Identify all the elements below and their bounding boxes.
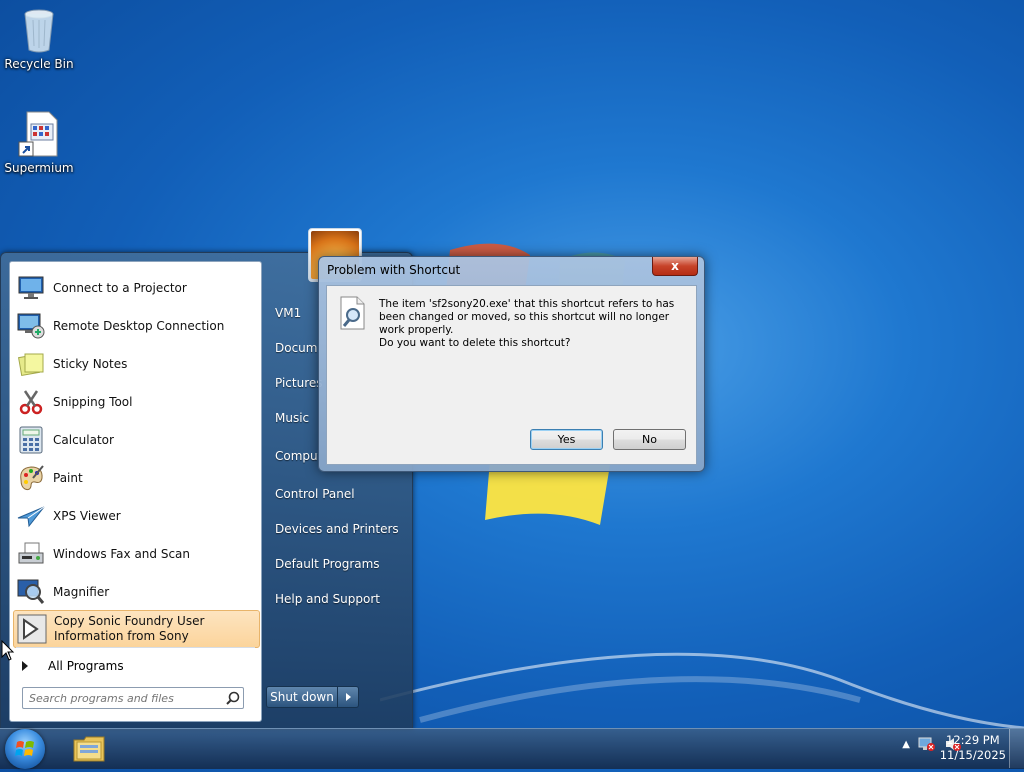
file-search-icon — [340, 296, 365, 330]
program-label: Remote Desktop Connection — [53, 319, 225, 333]
program-label: XPS Viewer — [53, 509, 121, 523]
program-remote-desktop[interactable]: Remote Desktop Connection — [13, 308, 258, 344]
program-label: Sticky Notes — [53, 357, 128, 371]
wallpaper-swoosh — [380, 652, 1024, 728]
windows-logo-icon — [15, 741, 34, 756]
place-music[interactable]: Music — [267, 403, 319, 433]
dialog-question: Do you want to delete this shortcut? — [379, 337, 571, 349]
program-label: Magnifier — [53, 585, 110, 599]
all-programs-label: All Programs — [48, 659, 124, 673]
desktop-icon-label: Recycle Bin — [4, 57, 74, 71]
projector-icon — [15, 272, 47, 304]
start-button[interactable] — [5, 729, 45, 769]
taskbar-clock[interactable]: 12:29 PM 11/15/2025 — [940, 733, 1006, 763]
mouse-cursor-icon — [1, 640, 15, 661]
clock-time: 12:29 PM — [946, 733, 1000, 747]
windows-explorer-taskbar-icon[interactable] — [70, 732, 108, 766]
start-menu-programs-pane: Connect to a Projector Remote Desktop Co… — [9, 261, 262, 722]
no-button[interactable]: No — [613, 429, 686, 450]
search-icon[interactable] — [223, 689, 243, 707]
program-label: Copy Sonic Foundry User Information from… — [54, 614, 205, 643]
dialog-body: The item 'sf2sony20.exe' that this short… — [326, 285, 697, 465]
program-sticky-notes[interactable]: Sticky Notes — [13, 346, 258, 382]
shutdown-control: Shut down — [266, 686, 359, 708]
program-snipping-tool[interactable]: Snipping Tool — [13, 384, 258, 420]
show-hidden-icons-icon[interactable]: ▲ — [902, 739, 910, 750]
program-calculator[interactable]: Calculator — [13, 422, 258, 458]
place-computer[interactable]: Comput — [267, 441, 319, 471]
yes-button[interactable]: Yes — [530, 429, 603, 450]
start-search-box[interactable] — [22, 687, 244, 709]
search-input[interactable] — [23, 690, 223, 706]
show-desktop-button[interactable] — [1009, 729, 1024, 768]
program-paint[interactable]: Paint — [13, 460, 258, 496]
dialog-title: Problem with Shortcut — [327, 263, 461, 277]
problem-with-shortcut-dialog: Problem with Shortcut x The item 'sf2son… — [318, 256, 705, 472]
xps-viewer-icon — [15, 500, 47, 532]
arrow-right-icon — [22, 661, 28, 671]
taskbar — [0, 728, 1024, 769]
place-pictures[interactable]: Pictures — [267, 368, 323, 398]
program-label: Connect to a Projector — [53, 281, 187, 295]
place-documents[interactable]: Docume — [267, 333, 317, 363]
close-button[interactable]: x — [652, 257, 698, 276]
program-xps-viewer[interactable]: XPS Viewer — [13, 498, 258, 534]
place-control-panel[interactable]: Control Panel — [267, 479, 407, 509]
all-programs-button[interactable]: All Programs — [18, 654, 124, 678]
shutdown-button[interactable]: Shut down — [266, 686, 338, 708]
program-label: Calculator — [53, 433, 114, 447]
divider — [16, 647, 255, 648]
desktop-icon-recycle-bin[interactable]: Recycle Bin — [1, 6, 77, 71]
program-connect-projector[interactable]: Connect to a Projector — [13, 270, 258, 306]
dialog-message: The item 'sf2sony20.exe' that this short… — [379, 298, 675, 336]
place-default-programs[interactable]: Default Programs — [267, 549, 407, 579]
place-devices-printers[interactable]: Devices and Printers — [267, 514, 407, 544]
desktop-icon-label: Supermium — [4, 161, 74, 175]
program-copy-sonic-foundry[interactable]: Copy Sonic Foundry User Information from… — [13, 610, 260, 648]
program-windows-fax-scan[interactable]: Windows Fax and Scan — [13, 536, 258, 572]
scissors-icon — [15, 386, 47, 418]
shortcut-arrow-icon — [16, 613, 48, 645]
arrow-right-icon — [345, 693, 351, 701]
desktop-icon-supermium[interactable]: Supermium — [1, 110, 77, 175]
place-help-support[interactable]: Help and Support — [267, 584, 407, 614]
program-label: Windows Fax and Scan — [53, 547, 191, 561]
fax-icon — [15, 538, 47, 570]
calculator-icon — [15, 424, 47, 456]
supermium-shortcut-icon — [18, 111, 58, 157]
clock-date: 11/15/2025 — [939, 748, 1006, 762]
recycle-bin-icon — [24, 9, 54, 53]
shutdown-options-button[interactable] — [338, 686, 359, 708]
program-label: Paint — [53, 471, 83, 485]
program-magnifier[interactable]: Magnifier — [13, 574, 258, 610]
magnifier-icon — [15, 576, 47, 608]
paint-palette-icon — [15, 462, 47, 494]
remote-desktop-icon — [15, 310, 47, 342]
close-icon: x — [671, 259, 679, 273]
sticky-notes-icon — [15, 348, 47, 380]
program-label: Snipping Tool — [53, 395, 133, 409]
network-error-icon[interactable] — [918, 736, 936, 752]
